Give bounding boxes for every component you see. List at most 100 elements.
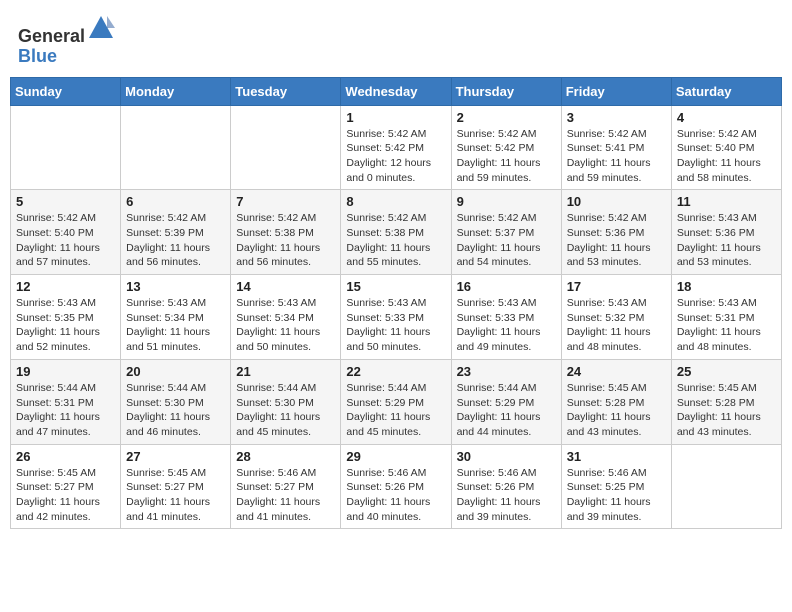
calendar-cell: 20Sunrise: 5:44 AM Sunset: 5:30 PM Dayli… [121, 359, 231, 444]
day-info: Sunrise: 5:42 AM Sunset: 5:37 PM Dayligh… [457, 211, 556, 270]
calendar-cell: 15Sunrise: 5:43 AM Sunset: 5:33 PM Dayli… [341, 275, 451, 360]
day-number: 14 [236, 279, 335, 294]
logo-blue-label: Blue [18, 46, 57, 66]
day-number: 21 [236, 364, 335, 379]
calendar-cell: 26Sunrise: 5:45 AM Sunset: 5:27 PM Dayli… [11, 444, 121, 529]
col-header-saturday: Saturday [671, 77, 781, 105]
day-info: Sunrise: 5:42 AM Sunset: 5:40 PM Dayligh… [677, 127, 776, 186]
day-info: Sunrise: 5:46 AM Sunset: 5:27 PM Dayligh… [236, 466, 335, 525]
day-number: 28 [236, 449, 335, 464]
day-number: 1 [346, 110, 445, 125]
day-number: 9 [457, 194, 556, 209]
calendar-cell: 25 Sunrise: 5:45 AM Sunset: 5:28 PM Dayli… [671, 359, 781, 444]
day-info: Sunrise: 5:45 AM Sunset: 5:28 PM Dayligh… [677, 381, 776, 440]
day-info: Sunrise: 5:42 AM Sunset: 5:41 PM Dayligh… [567, 127, 666, 186]
calendar-cell [231, 105, 341, 190]
day-info: Sunrise: 5:46 AM Sunset: 5:25 PM Dayligh… [567, 466, 666, 525]
day-number: 6 [126, 194, 225, 209]
day-number: 16 [457, 279, 556, 294]
day-info: Sunrise: 5:42 AM Sunset: 5:36 PM Dayligh… [567, 211, 666, 270]
day-number: 4 [677, 110, 776, 125]
calendar-cell: 28 Sunrise: 5:46 AM Sunset: 5:27 PM Dayli… [231, 444, 341, 529]
calendar-cell: 29 Sunrise: 5:46 AM Sunset: 5:26 PM Dayli… [341, 444, 451, 529]
day-info: Sunrise: 5:43 AM Sunset: 5:36 PM Dayligh… [677, 211, 776, 270]
col-header-sunday: Sunday [11, 77, 121, 105]
calendar-cell: 10Sunrise: 5:42 AM Sunset: 5:36 PM Dayli… [561, 190, 671, 275]
calendar-cell: 2Sunrise: 5:42 AM Sunset: 5:42 PM Daylig… [451, 105, 561, 190]
calendar-cell: 4 Sunrise: 5:42 AM Sunset: 5:40 PM Daylig… [671, 105, 781, 190]
calendar-cell: 7 Sunrise: 5:42 AM Sunset: 5:38 PM Daylig… [231, 190, 341, 275]
day-number: 15 [346, 279, 445, 294]
day-info: Sunrise: 5:43 AM Sunset: 5:34 PM Dayligh… [126, 296, 225, 355]
calendar-header-row: SundayMondayTuesdayWednesdayThursdayFrid… [11, 77, 782, 105]
calendar-week-4: 19 Sunrise: 5:44 AM Sunset: 5:31 PM Dayli… [11, 359, 782, 444]
day-info: Sunrise: 5:43 AM Sunset: 5:34 PM Dayligh… [236, 296, 335, 355]
day-info: Sunrise: 5:42 AM Sunset: 5:42 PM Dayligh… [457, 127, 556, 186]
day-number: 13 [126, 279, 225, 294]
day-number: 18 [677, 279, 776, 294]
day-info: Sunrise: 5:42 AM Sunset: 5:42 PM Dayligh… [346, 127, 445, 186]
day-info: Sunrise: 5:46 AM Sunset: 5:26 PM Dayligh… [346, 466, 445, 525]
calendar-cell [121, 105, 231, 190]
day-number: 31 [567, 449, 666, 464]
day-info: Sunrise: 5:42 AM Sunset: 5:38 PM Dayligh… [346, 211, 445, 270]
calendar-cell: 1 Sunrise: 5:42 AM Sunset: 5:42 PM Daylig… [341, 105, 451, 190]
calendar-cell: 9 Sunrise: 5:42 AM Sunset: 5:37 PM Daylig… [451, 190, 561, 275]
calendar-cell: 12Sunrise: 5:43 AM Sunset: 5:35 PM Dayli… [11, 275, 121, 360]
day-number: 11 [677, 194, 776, 209]
calendar-week-3: 12Sunrise: 5:43 AM Sunset: 5:35 PM Dayli… [11, 275, 782, 360]
day-info: Sunrise: 5:44 AM Sunset: 5:29 PM Dayligh… [457, 381, 556, 440]
col-header-wednesday: Wednesday [341, 77, 451, 105]
day-number: 27 [126, 449, 225, 464]
page-header: General Blue [10, 10, 782, 71]
day-info: Sunrise: 5:44 AM Sunset: 5:29 PM Dayligh… [346, 381, 445, 440]
calendar-cell: 22 Sunrise: 5:44 AM Sunset: 5:29 PM Dayli… [341, 359, 451, 444]
day-info: Sunrise: 5:43 AM Sunset: 5:35 PM Dayligh… [16, 296, 115, 355]
calendar-cell: 14 Sunrise: 5:43 AM Sunset: 5:34 PM Dayli… [231, 275, 341, 360]
day-info: Sunrise: 5:43 AM Sunset: 5:32 PM Dayligh… [567, 296, 666, 355]
logo-general: General [18, 26, 85, 46]
day-info: Sunrise: 5:44 AM Sunset: 5:30 PM Dayligh… [126, 381, 225, 440]
calendar-cell: 17 Sunrise: 5:43 AM Sunset: 5:32 PM Dayli… [561, 275, 671, 360]
day-info: Sunrise: 5:44 AM Sunset: 5:31 PM Dayligh… [16, 381, 115, 440]
calendar-cell: 11 Sunrise: 5:43 AM Sunset: 5:36 PM Dayli… [671, 190, 781, 275]
day-number: 8 [346, 194, 445, 209]
day-number: 25 [677, 364, 776, 379]
day-info: Sunrise: 5:45 AM Sunset: 5:27 PM Dayligh… [126, 466, 225, 525]
calendar-cell [671, 444, 781, 529]
calendar-cell: 13 Sunrise: 5:43 AM Sunset: 5:34 PM Dayli… [121, 275, 231, 360]
calendar-week-2: 5Sunrise: 5:42 AM Sunset: 5:40 PM Daylig… [11, 190, 782, 275]
calendar-cell: 3Sunrise: 5:42 AM Sunset: 5:41 PM Daylig… [561, 105, 671, 190]
calendar-cell [11, 105, 121, 190]
calendar-table: SundayMondayTuesdayWednesdayThursdayFrid… [10, 77, 782, 530]
logo-icon [87, 14, 115, 42]
calendar-cell: 8 Sunrise: 5:42 AM Sunset: 5:38 PM Daylig… [341, 190, 451, 275]
day-number: 22 [346, 364, 445, 379]
calendar-cell: 23Sunrise: 5:44 AM Sunset: 5:29 PM Dayli… [451, 359, 561, 444]
calendar-cell: 27 Sunrise: 5:45 AM Sunset: 5:27 PM Dayli… [121, 444, 231, 529]
day-number: 30 [457, 449, 556, 464]
day-number: 19 [16, 364, 115, 379]
day-number: 24 [567, 364, 666, 379]
day-number: 17 [567, 279, 666, 294]
col-header-monday: Monday [121, 77, 231, 105]
logo-text: General [18, 14, 115, 47]
day-info: Sunrise: 5:42 AM Sunset: 5:39 PM Dayligh… [126, 211, 225, 270]
calendar-cell: 16Sunrise: 5:43 AM Sunset: 5:33 PM Dayli… [451, 275, 561, 360]
day-number: 7 [236, 194, 335, 209]
logo: General Blue [18, 14, 115, 67]
col-header-thursday: Thursday [451, 77, 561, 105]
day-number: 29 [346, 449, 445, 464]
calendar-cell: 6 Sunrise: 5:42 AM Sunset: 5:39 PM Daylig… [121, 190, 231, 275]
calendar-week-1: 1 Sunrise: 5:42 AM Sunset: 5:42 PM Daylig… [11, 105, 782, 190]
calendar-cell: 18Sunrise: 5:43 AM Sunset: 5:31 PM Dayli… [671, 275, 781, 360]
day-info: Sunrise: 5:44 AM Sunset: 5:30 PM Dayligh… [236, 381, 335, 440]
day-info: Sunrise: 5:42 AM Sunset: 5:40 PM Dayligh… [16, 211, 115, 270]
calendar-cell: 30 Sunrise: 5:46 AM Sunset: 5:26 PM Dayli… [451, 444, 561, 529]
calendar-cell: 19 Sunrise: 5:44 AM Sunset: 5:31 PM Dayli… [11, 359, 121, 444]
day-number: 26 [16, 449, 115, 464]
day-info: Sunrise: 5:42 AM Sunset: 5:38 PM Dayligh… [236, 211, 335, 270]
col-header-tuesday: Tuesday [231, 77, 341, 105]
day-info: Sunrise: 5:46 AM Sunset: 5:26 PM Dayligh… [457, 466, 556, 525]
calendar-cell: 31 Sunrise: 5:46 AM Sunset: 5:25 PM Dayli… [561, 444, 671, 529]
